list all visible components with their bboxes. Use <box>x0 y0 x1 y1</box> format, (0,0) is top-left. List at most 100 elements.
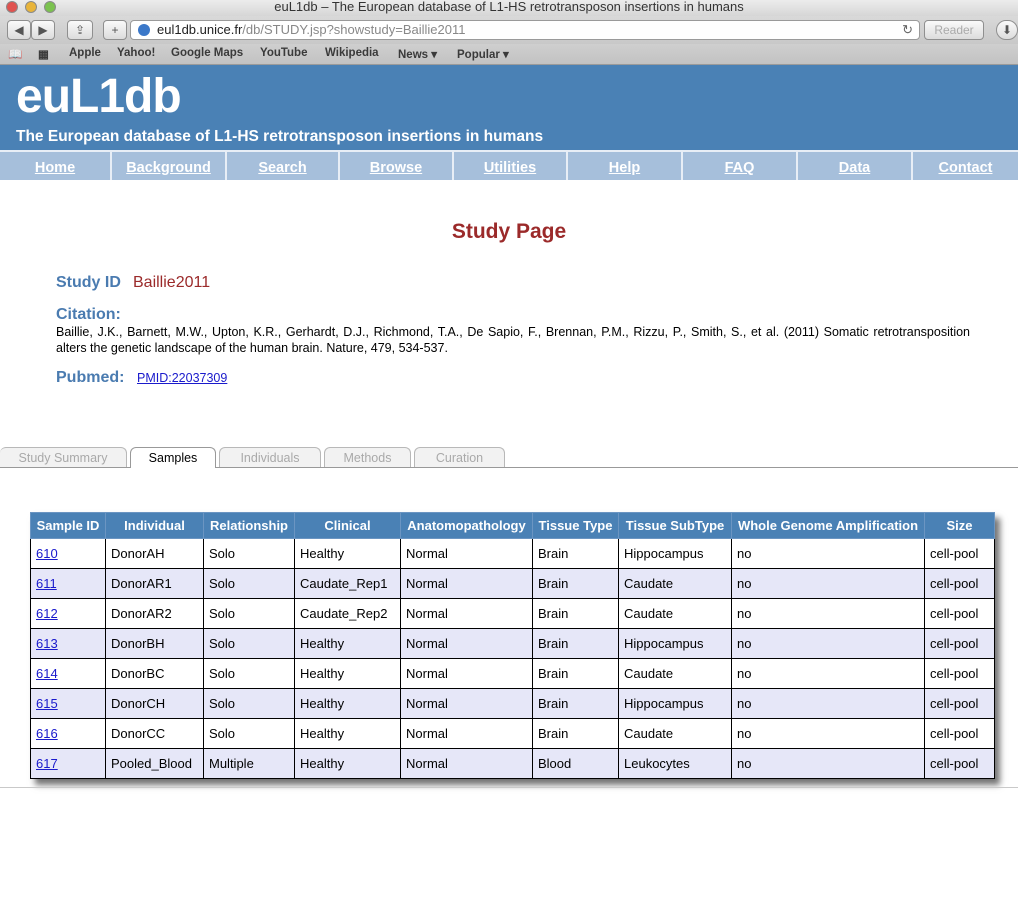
nav-search[interactable]: Search <box>227 150 340 180</box>
site-tagline: The European database of L1-HS retrotran… <box>16 128 544 145</box>
sample-link[interactable]: 612 <box>36 606 58 621</box>
cell-tissue-type: Brain <box>532 658 619 689</box>
bookmark-youtube[interactable]: YouTube <box>260 47 307 59</box>
col-individual: Individual <box>105 512 204 539</box>
cell-size: cell-pool <box>924 568 995 599</box>
cell-tissue-subtype: Caudate <box>618 598 732 629</box>
sample-link[interactable]: 617 <box>36 756 58 771</box>
download-icon: ⬇ <box>1001 23 1013 37</box>
tab-methods[interactable]: Methods <box>324 447 411 467</box>
col-tissue-subtype: Tissue SubType <box>618 512 732 539</box>
minimize-window-button[interactable] <box>25 1 37 13</box>
cell-size: cell-pool <box>924 658 995 689</box>
back-arrow-icon: ◀ <box>14 23 24 37</box>
cell-anatomopathology: Normal <box>400 658 533 689</box>
cell-individual: DonorBC <box>105 658 204 689</box>
cell-sample-id: 617 <box>30 748 106 779</box>
close-window-button[interactable] <box>6 1 18 13</box>
table-row: 613 DonorBH Solo Healthy Normal Brain Hi… <box>30 628 995 659</box>
back-button[interactable]: ◀ <box>7 20 31 40</box>
site-logo[interactable]: euL1db <box>16 69 182 124</box>
zoom-window-button[interactable] <box>44 1 56 13</box>
sample-link[interactable]: 610 <box>36 546 58 561</box>
cell-size: cell-pool <box>924 628 995 659</box>
reload-icon[interactable]: ↻ <box>902 21 913 39</box>
cell-relationship: Solo <box>203 628 295 659</box>
cell-anatomopathology: Normal <box>400 748 533 779</box>
nav-browse[interactable]: Browse <box>340 150 454 180</box>
bookmark-apple[interactable]: Apple <box>69 47 101 59</box>
tab-study-summary[interactable]: Study Summary <box>0 447 127 467</box>
col-tissue-type: Tissue Type <box>532 512 619 539</box>
cell-anatomopathology: Normal <box>400 568 533 599</box>
nav-data[interactable]: Data <box>798 150 913 180</box>
col-anatomopathology: Anatomopathology <box>400 512 533 539</box>
cell-tissue-subtype: Hippocampus <box>618 688 732 719</box>
cell-wga: no <box>731 628 925 659</box>
cell-individual: DonorCH <box>105 688 204 719</box>
col-relationship: Relationship <box>203 512 295 539</box>
cell-tissue-type: Brain <box>532 568 619 599</box>
add-bookmark-button[interactable]: + <box>103 20 127 40</box>
bookmark-popular[interactable]: Popular ▾ <box>457 47 509 61</box>
reader-button[interactable]: Reader <box>924 20 984 40</box>
address-bar[interactable]: eul1db.unice.fr/db/STUDY.jsp?showstudy=B… <box>130 20 920 40</box>
cell-sample-id: 611 <box>30 568 106 599</box>
downloads-button[interactable]: ⬇ <box>996 20 1018 40</box>
reading-list-icon[interactable]: 📖 <box>8 47 22 61</box>
cell-wga: no <box>731 538 925 569</box>
share-button[interactable]: ⇪ <box>67 20 93 40</box>
sample-link[interactable]: 611 <box>36 576 57 591</box>
cell-anatomopathology: Normal <box>400 628 533 659</box>
main-nav: Home Background Search Browse Utilities … <box>0 150 1018 180</box>
nav-home[interactable]: Home <box>0 150 112 180</box>
nav-help[interactable]: Help <box>568 150 683 180</box>
bookmark-yahoo[interactable]: Yahoo! <box>117 47 155 59</box>
cell-relationship: Solo <box>203 538 295 569</box>
cell-sample-id: 613 <box>30 628 106 659</box>
nav-utilities[interactable]: Utilities <box>454 150 568 180</box>
tab-individuals[interactable]: Individuals <box>219 447 321 467</box>
tab-samples[interactable]: Samples <box>130 447 216 468</box>
nav-contact[interactable]: Contact <box>913 150 1018 180</box>
cell-clinical: Healthy <box>294 538 401 569</box>
forward-button[interactable]: ▶ <box>31 20 55 40</box>
nav-faq[interactable]: FAQ <box>683 150 798 180</box>
tab-curation[interactable]: Curation <box>414 447 505 467</box>
reader-label: Reader <box>934 23 974 37</box>
cell-size: cell-pool <box>924 718 995 749</box>
cell-anatomopathology: Normal <box>400 718 533 749</box>
col-whole-genome-amplification: Whole Genome Amplification <box>731 512 925 539</box>
bookmark-news[interactable]: News ▾ <box>398 47 437 61</box>
sample-link[interactable]: 616 <box>36 726 58 741</box>
cell-sample-id: 610 <box>30 538 106 569</box>
cell-tissue-type: Brain <box>532 538 619 569</box>
sample-link[interactable]: 614 <box>36 666 58 681</box>
cell-clinical: Healthy <box>294 628 401 659</box>
citation-text: Baillie, J.K., Barnett, M.W., Upton, K.R… <box>56 325 970 355</box>
cell-relationship: Solo <box>203 658 295 689</box>
top-sites-grid-icon[interactable]: ▦ <box>38 47 49 61</box>
pubmed-link[interactable]: PMID:22037309 <box>137 371 227 385</box>
content-divider <box>0 787 1018 788</box>
cell-tissue-subtype: Caudate <box>618 568 732 599</box>
bookmarks-bar: 📖 ▦ Apple Yahoo! Google Maps YouTube Wik… <box>0 44 1018 65</box>
nav-background[interactable]: Background <box>112 150 227 180</box>
bookmark-wikipedia[interactable]: Wikipedia <box>325 47 379 59</box>
col-size: Size <box>924 512 995 539</box>
sample-link[interactable]: 613 <box>36 636 58 651</box>
cell-clinical: Caudate_Rep1 <box>294 568 401 599</box>
cell-size: cell-pool <box>924 688 995 719</box>
cell-size: cell-pool <box>924 748 995 779</box>
cell-sample-id: 614 <box>30 658 106 689</box>
cell-tissue-type: Blood <box>532 748 619 779</box>
table-header-row: Sample ID Individual Relationship Clinic… <box>30 512 995 539</box>
cell-tissue-subtype: Hippocampus <box>618 628 732 659</box>
bookmark-google-maps[interactable]: Google Maps <box>171 47 243 59</box>
cell-wga: no <box>731 748 925 779</box>
cell-wga: no <box>731 688 925 719</box>
citation-label: Citation: <box>56 306 121 323</box>
sample-link[interactable]: 615 <box>36 696 58 711</box>
table-row: 610 DonorAH Solo Healthy Normal Brain Hi… <box>30 538 995 569</box>
window-titlebar: euL1db – The European database of L1-HS … <box>0 0 1018 16</box>
